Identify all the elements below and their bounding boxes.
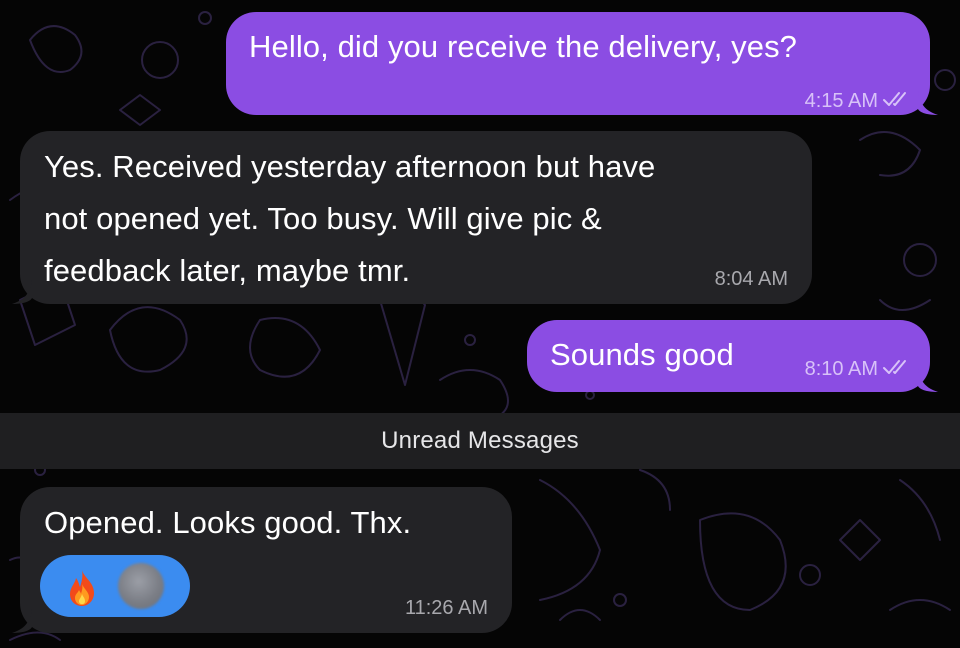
message-line: not opened yet. Too busy. Will give pic … (44, 201, 602, 236)
incoming-message-bubble[interactable]: Yes. Received yesterday afternoon but ha… (12, 131, 812, 304)
message-text: Opened. Looks good. Thx. (44, 505, 412, 540)
message-timestamp: 4:15 AM (804, 90, 878, 112)
incoming-message-bubble[interactable]: Opened. Looks good. Thx. 11:26 AM (12, 487, 512, 633)
message-text: Sounds good (550, 337, 734, 372)
reactor-avatar (118, 563, 164, 609)
bubble-tail (12, 280, 32, 304)
message-meta: 8:10 AM (805, 357, 910, 381)
message-meta: 8:04 AM (715, 267, 788, 291)
unread-messages-label: Unread Messages (381, 427, 579, 454)
message-text: Hello, did you receive the delivery, yes… (249, 29, 798, 64)
outgoing-message-bubble[interactable]: Hello, did you receive the delivery, yes… (226, 12, 938, 115)
message-meta: 11:26 AM (405, 596, 488, 620)
outgoing-message-bubble[interactable]: Sounds good 8:10 AM (527, 320, 938, 392)
double-check-icon (882, 89, 910, 113)
bubble-tail (918, 368, 938, 392)
message-text: Yes. Received yesterday afternoon but ha… (44, 141, 655, 297)
message-line: Yes. Received yesterday afternoon but ha… (44, 149, 656, 184)
message-line: feedback later, maybe tmr. (44, 253, 411, 288)
message-timestamp: 8:04 AM (714, 268, 788, 290)
message-timestamp: 11:26 AM (404, 597, 488, 619)
fire-icon (64, 568, 100, 608)
message-timestamp: 8:10 AM (804, 358, 878, 380)
message-meta: 4:15 AM (805, 89, 910, 113)
double-check-icon (882, 357, 910, 381)
bubble-tail (918, 91, 938, 115)
bubble-tail (12, 609, 32, 633)
unread-messages-divider: Unread Messages (0, 413, 960, 469)
reaction-pill[interactable] (40, 555, 190, 617)
